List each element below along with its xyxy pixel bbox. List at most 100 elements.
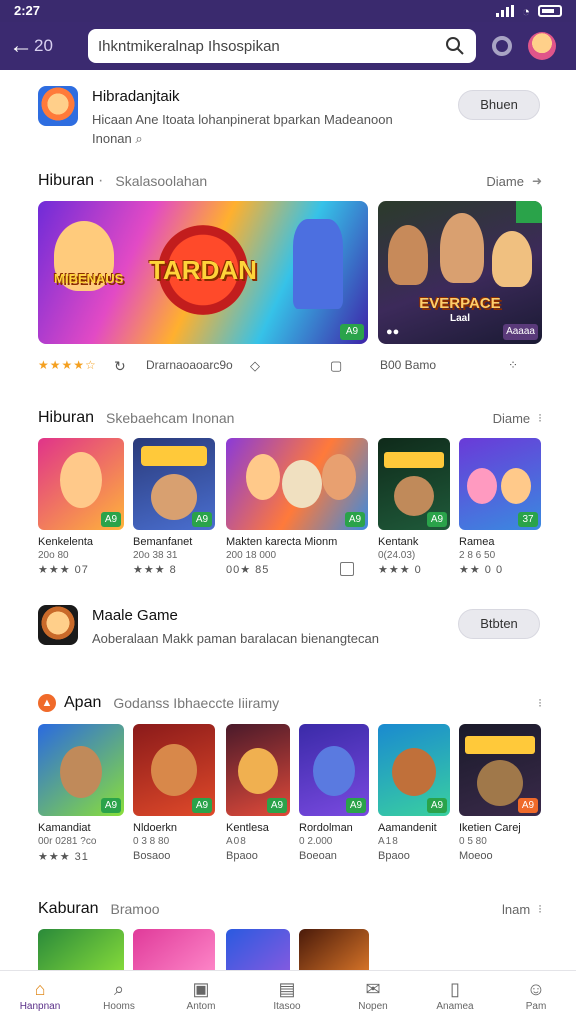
library-icon: ▤ bbox=[278, 979, 296, 999]
game-tile[interactable] bbox=[133, 929, 215, 970]
top-bar: ← 20 Ihkntmikeralnap Ihsospikan bbox=[0, 22, 576, 70]
section-subtitle: Bramoo bbox=[110, 901, 160, 917]
signal-icon bbox=[496, 5, 515, 17]
tag-icon[interactable]: ◇ bbox=[250, 358, 260, 374]
game-tile[interactable] bbox=[299, 929, 369, 970]
promo-app-2[interactable]: Maale Game Aoberalaan Makk paman baralac… bbox=[38, 605, 544, 685]
character-art bbox=[246, 454, 280, 500]
search-input[interactable]: Ihkntmikeralnap Ihsospikan bbox=[98, 38, 444, 55]
back-arrow-icon[interactable]: ← bbox=[8, 32, 34, 60]
section-header-2: Hiburan Skebaehcam Inonan Diame ⁝ bbox=[38, 407, 542, 429]
banner-title: EVERPACE bbox=[419, 295, 501, 312]
search-icon: ⌕ bbox=[135, 131, 143, 146]
avatar[interactable] bbox=[528, 32, 556, 60]
section-header-4: Kaburan Bramoo lnam ⁝ bbox=[38, 898, 542, 920]
tile-name: Bemanfanet bbox=[133, 536, 193, 548]
character-art bbox=[322, 454, 356, 500]
tile-sub: 00r 0281 ?co bbox=[38, 836, 97, 847]
character-art bbox=[313, 746, 355, 796]
featured-banner-2[interactable]: EVERPACE Laal ●● Aaaaa bbox=[378, 201, 542, 344]
promo-title: Maale Game bbox=[92, 607, 178, 624]
bookmark-icon[interactable]: ▢ bbox=[330, 358, 342, 374]
game-tile[interactable]: A9 bbox=[226, 438, 368, 530]
character-art bbox=[151, 744, 197, 796]
nav-label: Itasoo bbox=[273, 1001, 301, 1012]
tile-rating: Bosaoo bbox=[133, 850, 171, 862]
rating-badge: A9 bbox=[345, 512, 365, 527]
character-art bbox=[467, 468, 497, 504]
game-tile[interactable]: A9 bbox=[378, 438, 450, 530]
game-tile[interactable] bbox=[38, 929, 124, 970]
games-icon: ▯ bbox=[450, 979, 460, 999]
game-tile[interactable]: A9 bbox=[133, 438, 215, 530]
wifi-icon: ◔ bbox=[522, 3, 530, 19]
game-tile[interactable]: A9 bbox=[299, 724, 369, 816]
character-art bbox=[477, 760, 523, 806]
section-title: Hiburan bbox=[38, 409, 95, 426]
promo-description: Aoberalaan Makk paman baralacan bienangt… bbox=[92, 631, 379, 646]
tile-name: Nldoerkn bbox=[133, 822, 178, 834]
more-icon[interactable]: ⁝ bbox=[538, 902, 542, 916]
character-art bbox=[238, 748, 278, 794]
promo-button[interactable]: Bhuen bbox=[458, 90, 540, 120]
camera-icon[interactable] bbox=[492, 36, 512, 56]
game-tile[interactable]: A9 bbox=[133, 724, 215, 816]
game-tile[interactable]: 37 bbox=[459, 438, 541, 530]
game-tile[interactable]: A9 bbox=[378, 724, 450, 816]
arrow-right-icon[interactable]: ⁝ bbox=[538, 411, 542, 425]
tile-name: Iketien Carej bbox=[459, 822, 521, 834]
tile-name: Kenkelenta bbox=[38, 536, 94, 548]
rating-badge: A9 bbox=[427, 512, 447, 527]
tile-rating: ★★ 0 0 bbox=[459, 564, 504, 576]
title-art bbox=[465, 736, 535, 754]
nav-item-search[interactable]: ⌕ Hooms bbox=[84, 977, 154, 1012]
nav-item-library[interactable]: ▤ Itasoo bbox=[252, 977, 322, 1012]
see-more-link[interactable]: Diame bbox=[486, 174, 524, 189]
top-counter: 20 bbox=[34, 36, 53, 55]
tile-name: Kamandiat bbox=[38, 822, 91, 834]
bookmark-icon[interactable] bbox=[340, 562, 354, 576]
tile-sub: A08 bbox=[226, 836, 247, 847]
nav-item-home[interactable]: ⌂ Hanpnan bbox=[5, 977, 75, 1012]
flame-icon: ▲ bbox=[38, 694, 56, 712]
character-art bbox=[282, 460, 322, 508]
promo-app-1[interactable]: Hibradanjtaik Hicaan Ane Itoata lohanpin… bbox=[38, 86, 544, 166]
game-tile[interactable]: A9 bbox=[459, 724, 541, 816]
nav-item-profile[interactable]: ☺ Pam bbox=[501, 977, 571, 1012]
tile-sub: A18 bbox=[378, 836, 399, 847]
character-art bbox=[60, 452, 102, 508]
section-title: Hiburan bbox=[38, 172, 95, 189]
game-tile[interactable]: A9 bbox=[38, 438, 124, 530]
arrow-right-icon[interactable]: ➜ bbox=[532, 174, 542, 188]
game-tile[interactable]: A9 bbox=[38, 724, 124, 816]
nav-item-offers[interactable]: ✉ Nopen bbox=[338, 977, 408, 1012]
nav-item-apps[interactable]: ▣ Antom bbox=[166, 977, 236, 1012]
search-icon: ⌕ bbox=[113, 979, 125, 999]
refresh-icon[interactable]: ↻ bbox=[114, 358, 126, 375]
more-icon[interactable]: ⁘ bbox=[508, 358, 518, 372]
search-icon[interactable] bbox=[444, 36, 466, 56]
tile-name: Ramea bbox=[459, 536, 495, 548]
promo-button[interactable]: Btbten bbox=[458, 609, 540, 639]
see-more-link[interactable]: lnam bbox=[502, 902, 530, 917]
game-tile[interactable] bbox=[226, 929, 290, 970]
rating-badge: 37 bbox=[518, 512, 538, 527]
section-title: Apan bbox=[64, 694, 102, 711]
see-more-link[interactable]: Diame bbox=[493, 411, 531, 426]
tile-name: Aamandenit bbox=[378, 822, 437, 834]
character-art bbox=[60, 746, 102, 798]
tile-rating: ★★★ 0 bbox=[378, 564, 422, 576]
rating-badge: A9 bbox=[192, 798, 212, 813]
character-art bbox=[492, 231, 532, 287]
nav-label: Hooms bbox=[103, 1001, 135, 1012]
rating-badge: A9 bbox=[346, 798, 366, 813]
tile-sub: 20o 80 bbox=[38, 550, 69, 561]
search-field[interactable]: Ihkntmikeralnap Ihsospikan bbox=[88, 29, 476, 63]
tile-sub: 0 3 8 80 bbox=[133, 836, 170, 847]
tile-sub: 0 2.000 bbox=[299, 836, 333, 847]
game-tile[interactable]: A9 bbox=[226, 724, 290, 816]
featured-banner-1[interactable]: TARDAN MIBENAUS A9 bbox=[38, 201, 368, 344]
more-icon[interactable]: ⁝ bbox=[538, 696, 542, 710]
nav-item-games[interactable]: ▯ Anamea bbox=[420, 977, 490, 1012]
banner-tagline: MIBENAUS bbox=[54, 271, 124, 286]
